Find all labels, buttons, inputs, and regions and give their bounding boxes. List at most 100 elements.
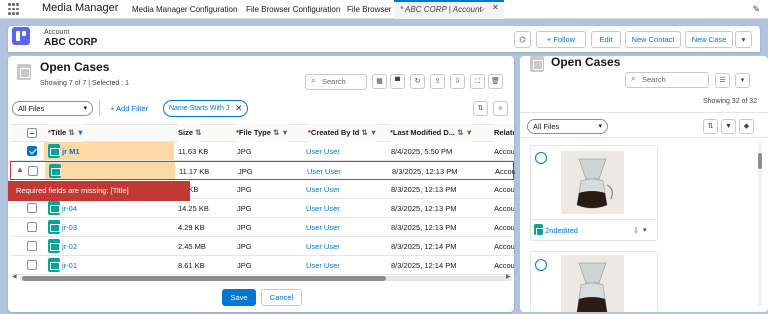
divider bbox=[520, 112, 768, 113]
card-file-name[interactable]: 2ndedited bbox=[545, 226, 578, 235]
sort-icon[interactable]: ⇅ bbox=[473, 101, 488, 116]
warning-icon: ▲ bbox=[16, 165, 24, 174]
tab-account-abc-corp[interactable]: * ABC CORP | Account bbox=[394, 0, 504, 19]
tab-media-manager-configuration[interactable]: Media Manager Configuration bbox=[126, 0, 243, 19]
row-modified: 8/3/2025, 12:14 PM bbox=[391, 261, 457, 270]
chevron-down-icon[interactable]: ⌵ bbox=[479, 4, 485, 14]
sort-icon[interactable]: ⇅ bbox=[703, 119, 718, 134]
edit-pencil-icon[interactable]: ✎ bbox=[752, 4, 760, 15]
close-icon[interactable]: ✕ bbox=[492, 3, 499, 12]
image-file-icon bbox=[49, 164, 61, 178]
account-icon bbox=[12, 27, 30, 45]
delete-icon[interactable]: 🗑 bbox=[488, 74, 503, 89]
row-checkbox[interactable] bbox=[28, 166, 38, 176]
table-row[interactable]: jr-04 14.25 KB JPG User User 8/3/2025, 1… bbox=[10, 199, 514, 218]
row-created-by[interactable]: User User bbox=[307, 162, 341, 181]
expand-icon[interactable]: ⛶ bbox=[470, 74, 485, 89]
scroll-left-icon[interactable]: ◀ bbox=[12, 273, 17, 280]
list-view-icon[interactable]: ☰ bbox=[715, 73, 730, 88]
card-menu-chevron-icon[interactable]: ▾ bbox=[643, 226, 647, 234]
row-title[interactable]: jr M1 bbox=[62, 142, 80, 161]
table-row[interactable]: jr M1 11.63 KB JPG User User 8/4/2025, 5… bbox=[10, 142, 514, 161]
card-select-radio[interactable] bbox=[535, 152, 547, 164]
row-checkbox[interactable] bbox=[27, 222, 37, 232]
disabled-action-icon[interactable]: ◆ bbox=[493, 101, 508, 116]
save-button[interactable]: Save bbox=[222, 289, 256, 306]
filter-icon[interactable]: ▼ bbox=[721, 119, 736, 134]
add-filter-button[interactable]: + Add Filter bbox=[110, 104, 148, 113]
cancel-button[interactable]: Cancel bbox=[261, 289, 302, 306]
row-created-by[interactable]: User User bbox=[306, 237, 340, 256]
scrollbar-thumb[interactable] bbox=[22, 276, 386, 281]
row-created-by[interactable]: User User bbox=[306, 218, 340, 237]
files-icon bbox=[17, 64, 31, 80]
grid-view-icon[interactable]: ▦ bbox=[372, 74, 387, 89]
upload-icon[interactable]: ⇪ bbox=[430, 74, 445, 89]
more-chevron-icon[interactable]: ▾ bbox=[735, 73, 750, 88]
card-view-icon[interactable]: ▀ bbox=[390, 74, 405, 89]
row-title[interactable]: jr-03 bbox=[62, 218, 77, 237]
record-name: ABC CORP bbox=[44, 37, 98, 48]
row-created-by[interactable]: User User bbox=[306, 180, 340, 199]
hierarchy-icon[interactable]: ⌬ bbox=[514, 31, 531, 48]
panel-summary: Showing 7 of 7 | Selected : 1 bbox=[40, 80, 129, 87]
panel-title: Open Cases bbox=[40, 60, 110, 74]
row-type: JPG bbox=[237, 223, 252, 232]
row-related: Accou bbox=[494, 223, 514, 232]
refresh-icon[interactable]: ↻ bbox=[410, 74, 425, 89]
row-related: Accou bbox=[494, 185, 514, 194]
table-row[interactable]: jr-02 2.45 MB JPG User User 8/3/2025, 12… bbox=[10, 237, 514, 256]
divider bbox=[520, 137, 768, 138]
tab-file-browser-configuration[interactable]: File Browser Configuration bbox=[240, 0, 346, 19]
side-file-filter-select[interactable]: All Files ▾ bbox=[527, 119, 608, 134]
row-created-by[interactable]: User User bbox=[306, 256, 340, 275]
row-title[interactable]: jr-01 bbox=[62, 256, 77, 275]
image-file-icon bbox=[48, 220, 60, 234]
tab-file-browser[interactable]: File Browser bbox=[341, 0, 397, 19]
column-related[interactable]: Relate bbox=[494, 124, 514, 142]
row-size: 11.63 KB bbox=[178, 147, 209, 156]
side-search-input[interactable]: Search bbox=[625, 72, 709, 88]
download-icon[interactable]: ⇩ bbox=[633, 226, 639, 235]
app-name: Media Manager bbox=[42, 2, 119, 14]
row-size: 11.17 KB bbox=[179, 167, 210, 176]
row-size: 4.29 KB bbox=[178, 223, 205, 232]
more-actions-chevron-icon[interactable]: ▾ bbox=[735, 31, 752, 48]
new-contact-button[interactable]: New Contact bbox=[625, 31, 681, 48]
scrollbar-thumb[interactable] bbox=[758, 153, 762, 169]
select-all-checkbox[interactable] bbox=[27, 128, 37, 138]
row-type: JPG bbox=[237, 261, 252, 270]
table-row[interactable]: jr-03 4.29 KB JPG User User 8/3/2025, 12… bbox=[10, 218, 514, 237]
app-launcher-icon[interactable] bbox=[8, 3, 20, 15]
image-file-icon bbox=[48, 201, 60, 215]
follow-button[interactable]: + Follow bbox=[536, 31, 586, 48]
settings-icon[interactable]: ◆ bbox=[739, 119, 754, 134]
table-row-error[interactable]: ▲ 11.17 KB JPG User User 8/3/2025, 12:13… bbox=[10, 161, 515, 181]
table-row[interactable]: jr-01 8.61 KB JPG User User 8/3/2025, 12… bbox=[10, 256, 514, 275]
row-checkbox[interactable] bbox=[27, 241, 37, 251]
column-file-type[interactable]: *File Type ⇅ ▼ bbox=[236, 124, 289, 142]
row-created-by[interactable]: User User bbox=[306, 199, 340, 218]
row-type: JPG bbox=[237, 147, 252, 156]
row-checkbox[interactable] bbox=[27, 260, 37, 270]
card-select-radio[interactable] bbox=[535, 259, 547, 271]
row-created-by[interactable]: User User bbox=[306, 142, 340, 161]
remove-filter-close-icon[interactable]: ✕ bbox=[235, 103, 243, 114]
column-title[interactable]: *Title ⇅ ▼ bbox=[48, 124, 85, 142]
new-case-button[interactable]: New Case bbox=[685, 31, 733, 48]
edit-button[interactable]: Edit bbox=[591, 31, 621, 48]
edited-title-cell bbox=[45, 162, 175, 179]
row-title[interactable]: jr-02 bbox=[62, 237, 77, 256]
row-checkbox[interactable] bbox=[27, 146, 37, 156]
files-icon bbox=[530, 56, 544, 72]
scroll-right-icon[interactable]: ▶ bbox=[506, 273, 511, 280]
column-size[interactable]: Size ⇅ bbox=[178, 124, 202, 142]
column-last-modified[interactable]: *Last Modified D... ⇅ ▼ bbox=[390, 124, 473, 142]
download-icon[interactable]: ⇩ bbox=[450, 74, 465, 89]
row-checkbox[interactable] bbox=[27, 203, 37, 213]
image-file-icon bbox=[48, 258, 60, 272]
file-filter-select[interactable]: All Files ▾ bbox=[12, 101, 93, 116]
row-type: JPG bbox=[237, 204, 252, 213]
row-title[interactable]: jr-04 bbox=[62, 199, 77, 218]
column-created-by[interactable]: *Created By Id ⇅ ▼ bbox=[308, 124, 378, 142]
